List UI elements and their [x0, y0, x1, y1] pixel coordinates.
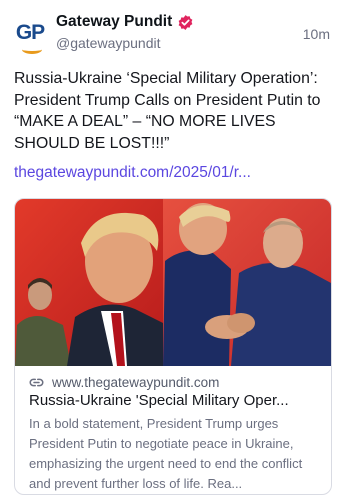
card-title[interactable]: Russia-Ukraine 'Special Military Oper... — [29, 392, 321, 409]
link-preview-card[interactable]: www.thegatewaypundit.com Russia-Ukraine … — [14, 198, 332, 495]
display-name[interactable]: Gateway Pundit — [56, 13, 172, 31]
post-link[interactable]: thegatewaypundit.com/2025/01/r... — [14, 164, 251, 182]
card-domain: www.thegatewaypundit.com — [52, 375, 220, 390]
card-domain-row: www.thegatewaypundit.com — [29, 375, 219, 390]
card-image — [15, 199, 331, 366]
handle[interactable]: @gatewaypundit — [56, 35, 161, 51]
avatar[interactable]: GP — [10, 14, 50, 54]
link-icon — [29, 378, 44, 387]
verified-badge-icon — [178, 14, 193, 30]
avatar-logo-text: GP — [15, 21, 45, 44]
post-card[interactable]: GP Gateway Pundit @gatewaypundit 10m Rus… — [0, 0, 344, 500]
card-description: In a bold statement, President Trump urg… — [29, 416, 303, 491]
avatar-swoosh — [22, 45, 42, 54]
timestamp: 10m — [302, 26, 330, 42]
post-text: Russia-Ukraine ‘Special Military Operati… — [14, 70, 321, 152]
author-row: Gateway Pundit — [56, 13, 194, 31]
